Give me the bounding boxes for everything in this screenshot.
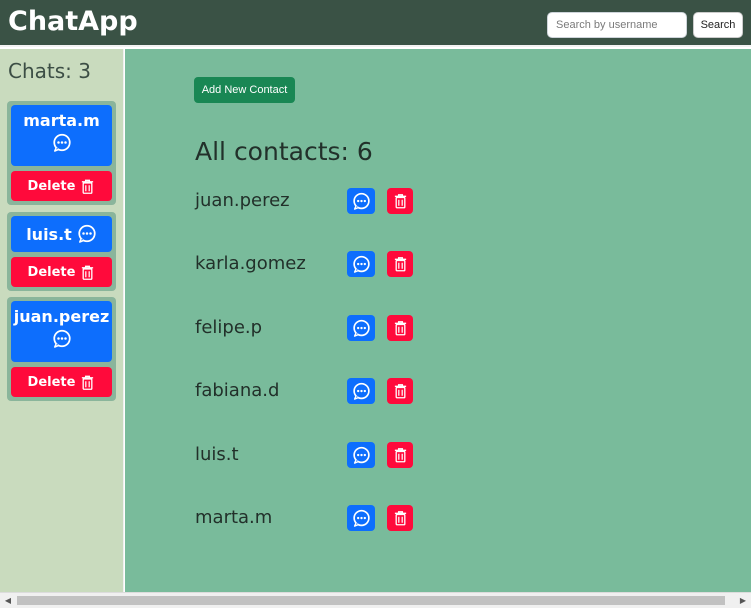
delete-label: Delete (27, 264, 76, 280)
app-brand[interactable]: ChatApp (8, 6, 138, 37)
chat-name: marta.m (23, 111, 100, 130)
chat-delete-button[interactable]: Delete (11, 367, 112, 397)
delete-contact-button[interactable] (387, 315, 413, 341)
horizontal-scrollbar[interactable]: ◀ ▶ (0, 592, 751, 608)
chat-dots-icon (352, 509, 371, 528)
delete-contact-button[interactable] (387, 505, 413, 531)
chat-button[interactable] (347, 378, 375, 404)
trash-icon (393, 192, 408, 210)
chat-button[interactable] (347, 442, 375, 468)
chat-delete-button[interactable]: Delete (11, 171, 112, 201)
chats-count: Chats: 3 (8, 59, 91, 83)
chat-button[interactable] (347, 251, 375, 277)
contact-name: felipe.p (195, 317, 263, 338)
chat-dots-icon (352, 255, 371, 274)
contacts-panel: Add New Contact All contacts: 6 juan.per… (125, 49, 751, 592)
chat-dots-icon (13, 133, 110, 153)
delete-contact-button[interactable] (387, 378, 413, 404)
search-input[interactable] (547, 12, 687, 38)
chat-open-button[interactable]: juan.perez (11, 301, 112, 362)
chat-dots-icon (352, 192, 371, 211)
delete-contact-button[interactable] (387, 251, 413, 277)
trash-icon (393, 255, 408, 273)
contacts-heading: All contacts: 6 (195, 137, 373, 166)
contact-row: karla.gomez (195, 251, 455, 279)
contact-name: karla.gomez (195, 253, 306, 274)
chat-dots-icon (13, 329, 110, 349)
scrollbar-thumb[interactable] (17, 596, 725, 605)
trash-icon (393, 319, 408, 337)
chat-card: juan.perez Delete (7, 297, 116, 401)
chat-card: marta.m Delete (7, 101, 116, 205)
trash-icon (393, 446, 408, 464)
trash-icon (80, 264, 95, 281)
contact-name: fabiana.d (195, 380, 280, 401)
contact-name: juan.perez (195, 190, 290, 211)
delete-contact-button[interactable] (387, 442, 413, 468)
contact-row: fabiana.d (195, 378, 455, 406)
contact-row: felipe.p (195, 315, 455, 343)
add-contact-button[interactable]: Add New Contact (194, 77, 295, 103)
trash-icon (393, 382, 408, 400)
contact-row: luis.t (195, 442, 455, 470)
contact-name: marta.m (195, 507, 273, 528)
chat-button[interactable] (347, 188, 375, 214)
chats-sidebar: Chats: 3 marta.m Delete luis.t Delete ju… (0, 49, 124, 592)
scroll-right-arrow-icon[interactable]: ▶ (735, 593, 751, 608)
delete-contact-button[interactable] (387, 188, 413, 214)
chat-name: luis.t (26, 224, 72, 244)
chat-card: luis.t Delete (7, 212, 116, 291)
delete-label: Delete (27, 374, 76, 390)
contact-row: juan.perez (195, 188, 455, 216)
contact-row: marta.m (195, 505, 455, 533)
chat-open-button[interactable]: luis.t (11, 216, 112, 252)
scroll-left-arrow-icon[interactable]: ◀ (0, 593, 16, 608)
chat-open-button[interactable]: marta.m (11, 105, 112, 166)
trash-icon (80, 178, 95, 195)
chat-dots-icon (352, 446, 371, 465)
chat-dots-icon (352, 319, 371, 338)
trash-icon (80, 374, 95, 391)
contact-name: luis.t (195, 444, 239, 465)
search-button[interactable]: Search (693, 12, 743, 38)
trash-icon (393, 509, 408, 527)
chat-button[interactable] (347, 505, 375, 531)
chat-dots-icon (77, 224, 97, 244)
navbar: ChatApp Search (0, 0, 751, 47)
delete-label: Delete (27, 178, 76, 194)
chat-dots-icon (352, 382, 371, 401)
chat-name: juan.perez (13, 307, 110, 326)
chat-delete-button[interactable]: Delete (11, 257, 112, 287)
chat-button[interactable] (347, 315, 375, 341)
